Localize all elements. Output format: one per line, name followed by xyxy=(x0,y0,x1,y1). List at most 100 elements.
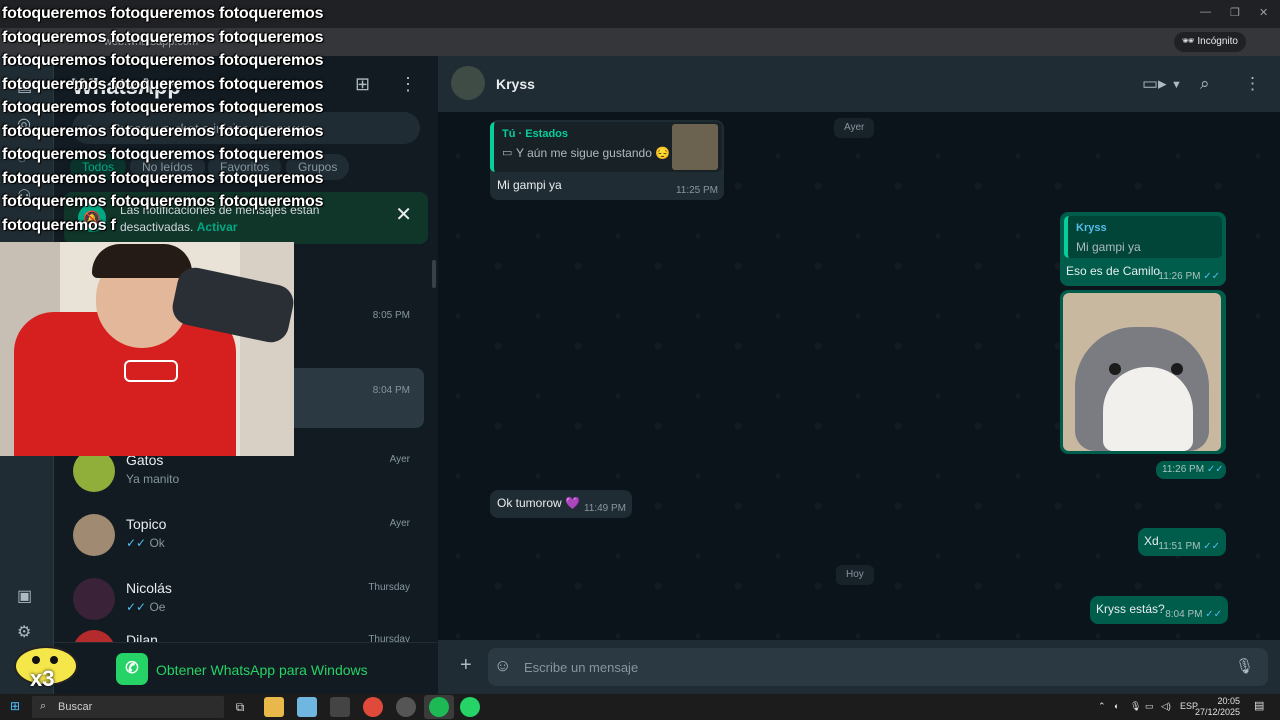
cat-image[interactable] xyxy=(1063,293,1221,451)
outgoing-message[interactable]: Kryss Mi gampi ya Eso es de Camilo 11:26… xyxy=(1060,212,1226,286)
menu-icon[interactable]: ⋮ xyxy=(399,74,417,95)
incognito-label: Incógnito xyxy=(1197,36,1238,47)
chrome-icon[interactable] xyxy=(363,697,383,717)
volume-icon[interactable]: ◁) xyxy=(1161,701,1171,712)
app-icon[interactable] xyxy=(330,697,350,717)
settings-icon[interactable]: ⚙ xyxy=(17,622,31,642)
quote-author: Kryss xyxy=(1076,222,1107,234)
chat-time: Ayer xyxy=(389,454,410,465)
whatsapp-logo-icon: ✆ xyxy=(116,653,148,685)
message-time-wrap: 11:26 PM ✓✓ xyxy=(1162,464,1224,475)
contact-name[interactable]: Kryss xyxy=(496,76,535,92)
get-app-banner[interactable]: ✆ Obtener WhatsApp para Windows xyxy=(54,642,437,694)
incognito-badge[interactable]: 🕶 Incógnito xyxy=(1173,32,1246,52)
quoted-status[interactable]: Tú · Estados Y aún me sigue gustando 😔 ▭ xyxy=(490,122,722,172)
quoted-message[interactable]: Kryss Mi gampi ya xyxy=(1064,216,1222,258)
close-window-icon[interactable]: ✕ xyxy=(1259,6,1268,19)
message-time-wrap: 11:26 PM ✓✓ xyxy=(1158,271,1220,282)
video-icon: ▭ xyxy=(502,147,513,159)
sticker-label-icon: x3 xyxy=(30,666,55,691)
media-icon[interactable]: ▣ xyxy=(17,586,32,606)
sticker-overlay: x3 xyxy=(8,640,84,694)
overlay-line: fotoqueremos fotoqueremos fotoqueremos xyxy=(2,193,324,210)
taskbar-search-placeholder: Buscar xyxy=(58,701,93,713)
composer-placeholder: Escribe un mensaje xyxy=(524,660,639,675)
notifications-icon[interactable]: ▤ xyxy=(1254,699,1264,712)
day-separator: Ayer xyxy=(834,118,875,138)
overlay-line: fotoqueremos fotoqueremos fotoqueremos xyxy=(2,146,324,163)
message-time: 11:51 PM xyxy=(1158,541,1201,552)
chat-time: Thursday xyxy=(368,634,410,642)
chat-preview-text: Ok xyxy=(149,536,165,550)
chat-row[interactable]: Nicolás ✓✓ Oe Thursday xyxy=(54,568,424,632)
tray-icon[interactable]: ◐ xyxy=(1114,701,1119,711)
chat-list-scrollbar[interactable] xyxy=(432,260,436,288)
overlay-line: fotoqueremos fotoqueremos fotoqueremos xyxy=(2,29,324,46)
search-icon[interactable]: ⌕ xyxy=(1200,74,1210,94)
clock[interactable]: 20:05 27/12/2025 xyxy=(1195,696,1240,718)
double-check-icon: ✓✓ xyxy=(1203,271,1220,282)
tray-chevron-icon[interactable]: ⌃ xyxy=(1098,701,1106,712)
incoming-message[interactable]: Ok tumorow 💜 11:49 PM xyxy=(490,490,632,518)
taskbar-search[interactable]: ⌕ Buscar xyxy=(32,696,224,718)
quote-author: Tú · Estados xyxy=(502,128,569,140)
chat-row[interactable]: Dilan Thursday xyxy=(54,630,424,642)
message-time: 11:26 PM xyxy=(1162,464,1205,475)
chevron-down-icon[interactable]: ▼ xyxy=(1171,79,1182,91)
message-text: Eso es de Camilo xyxy=(1066,264,1161,278)
chat-time: Thursday xyxy=(368,582,410,593)
chat-time: Ayer xyxy=(389,518,410,529)
message-time-wrap: 8:04 PM ✓✓ xyxy=(1165,609,1222,620)
outgoing-message[interactable]: Xd 11:51 PM ✓✓ xyxy=(1138,528,1226,556)
windows-start-icon[interactable]: ⊞ xyxy=(10,699,20,713)
network-icon[interactable]: ▭ xyxy=(1145,701,1154,712)
task-view-icon[interactable]: ⧉ xyxy=(230,697,250,717)
menu-icon[interactable]: ⋮ xyxy=(1244,74,1261,94)
message-input[interactable]: ☺ Escribe un mensaje 🎙 xyxy=(488,648,1268,686)
clock-date: 27/12/2025 xyxy=(1194,707,1240,717)
overlay-line: fotoqueremos fotoqueremos fotoqueremos xyxy=(2,76,324,93)
message-text: Mi gampi ya xyxy=(497,178,562,192)
search-icon: ⌕ xyxy=(40,700,47,712)
conversation-header[interactable]: Kryss ▭▸ ▼ ⌕ ⋮ xyxy=(438,56,1280,112)
chat-name: Dilan xyxy=(126,632,158,642)
message-time: 11:26 PM xyxy=(1158,271,1201,282)
file-explorer-icon[interactable] xyxy=(264,697,284,717)
restore-icon[interactable]: ❐ xyxy=(1230,6,1240,19)
outgoing-image-message[interactable] xyxy=(1060,290,1226,454)
spotify-icon[interactable] xyxy=(429,697,449,717)
attach-plus-icon[interactable]: + xyxy=(460,654,472,677)
double-check-icon: ✓✓ xyxy=(126,600,147,614)
chat-preview: ✓✓ Oe xyxy=(126,600,165,614)
chat-preview-text: Oe xyxy=(149,600,166,614)
quote-text: Y aún me sigue gustando 😔 xyxy=(516,146,671,160)
message-time: 11:49 PM xyxy=(583,503,626,514)
incoming-message[interactable]: Tú · Estados Y aún me sigue gustando 😔 ▭… xyxy=(490,120,724,200)
status-thumbnail xyxy=(672,124,718,170)
chat-row[interactable]: Topico ✓✓ Ok Ayer xyxy=(54,504,424,568)
microphone-icon[interactable]: 🎙 xyxy=(1130,701,1141,712)
new-chat-icon[interactable]: ⊞ xyxy=(355,74,370,95)
overlay-line: fotoqueremos fotoqueremos fotoqueremos xyxy=(2,52,324,69)
video-call-icon[interactable]: ▭▸ xyxy=(1142,74,1167,94)
chat-name: Nicolás xyxy=(126,580,172,596)
minimize-icon[interactable]: — xyxy=(1200,6,1211,18)
avatar xyxy=(73,514,115,556)
overlay-line: fotoqueremos f xyxy=(2,217,116,234)
message-time-wrap: 11:51 PM ✓✓ xyxy=(1158,541,1220,552)
obs-icon[interactable] xyxy=(396,697,416,717)
windows-taskbar: ⊞ ⌕ Buscar ⧉ ⌃ ◐ 🎙 ▭ ◁) ESP 20:05 27/12/… xyxy=(0,694,1280,720)
double-check-icon: ✓✓ xyxy=(126,536,147,550)
activate-link[interactable]: Activar xyxy=(197,220,238,234)
close-icon[interactable]: ✕ xyxy=(395,202,412,227)
notepad-icon[interactable] xyxy=(297,697,317,717)
message-time: 11:25 PM xyxy=(675,185,718,196)
chat-name: Topico xyxy=(126,516,167,532)
outgoing-message[interactable]: Kryss estás? 8:04 PM ✓✓ xyxy=(1090,596,1228,624)
microphone-icon[interactable]: 🎙 xyxy=(1235,657,1254,675)
avatar xyxy=(73,578,115,620)
whatsapp-icon[interactable] xyxy=(460,697,480,717)
contact-avatar[interactable] xyxy=(451,66,485,100)
sticker-icon[interactable]: ☺ xyxy=(494,656,511,676)
double-check-icon: ✓✓ xyxy=(1205,609,1222,620)
